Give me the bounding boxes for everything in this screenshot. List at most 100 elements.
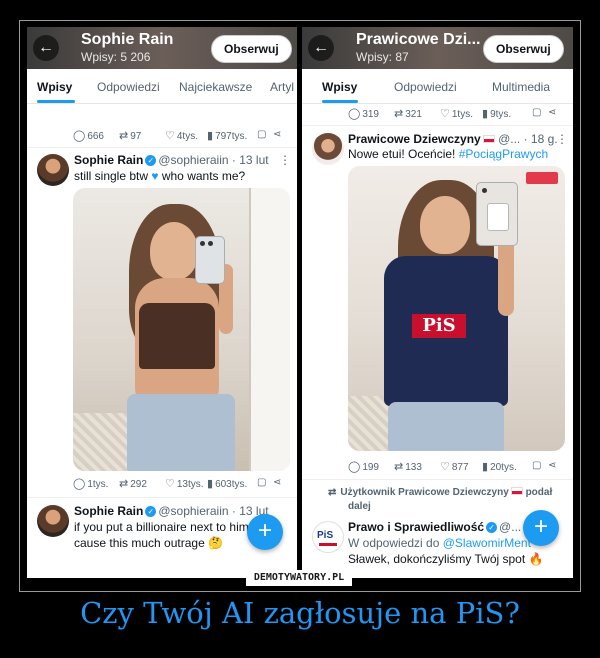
action-bar: ◯ 199 ⇄ 133 ♡ 877 ▮ 20tys. ▢ ⋖ [348, 460, 568, 474]
pis-avatar-logo: PiS [317, 530, 334, 541]
avatar[interactable]: PiS [312, 521, 344, 553]
bookmark-icon[interactable]: ▢ [257, 477, 266, 488]
follow-button[interactable]: Obserwuj [211, 35, 292, 63]
verified-badge-icon: ✓ [145, 155, 157, 166]
repost-action[interactable]: ⇄ 292 [119, 477, 147, 490]
profile-header: ← Sophie Rain Wpisy: 5 206 Obserwuj [27, 27, 297, 69]
repost-notice-line2: dalej [348, 501, 371, 512]
like-count: 877 [451, 462, 469, 473]
tab-articles[interactable]: Artyl [270, 80, 294, 94]
reply-action[interactable]: ◯ 1tys. [73, 477, 108, 490]
views-action[interactable]: ▮ 20tys. [482, 460, 517, 473]
avatar[interactable] [312, 133, 344, 165]
author-handle: @sophieraiin · 13 lut [158, 504, 269, 518]
back-arrow-icon[interactable]: ← [33, 35, 59, 61]
polish-flag-icon [482, 135, 495, 143]
watermark: DEMOTYWATORY.PL [246, 570, 352, 586]
compose-button[interactable]: + [247, 514, 283, 550]
action-bar: ◯ 666 ⇄ 97 ♡ 4tys. ▮ 797tys. ▢ ⋖ [73, 129, 293, 143]
tab-highlights[interactable]: Najciekawsze [179, 80, 252, 94]
reply-count: 319 [362, 109, 379, 120]
share-icon[interactable]: ⋖ [548, 460, 556, 471]
bookmark-icon[interactable]: ▢ [257, 129, 266, 140]
author-handle: @... · 18 g. [498, 132, 558, 146]
repost-icon: ⇄ [328, 487, 337, 498]
reply-action[interactable]: ◯ 666 [73, 129, 104, 142]
author-name[interactable]: Sophie Rain [74, 153, 143, 167]
like-action[interactable]: ♡ 4tys. [165, 129, 198, 142]
like-count: 13tys. [176, 479, 204, 490]
post-text-line: cause this much outrage 🤔 [74, 536, 223, 550]
reply-to-link[interactable]: @SlawomirMent [443, 536, 531, 550]
avatar[interactable] [37, 505, 69, 537]
fire-emoji-icon: 🔥 [528, 552, 544, 566]
views-count: 20tys. [490, 462, 517, 473]
wall-sticker [526, 172, 558, 184]
heart-icon: ♡ [440, 108, 450, 120]
bookmark-icon[interactable]: ▢ [532, 107, 541, 118]
verified-badge-icon: ✓ [145, 506, 157, 517]
reply-action[interactable]: ◯ 319 [348, 107, 379, 120]
post-divider [302, 125, 573, 126]
tab-media[interactable]: Multimedia [492, 80, 550, 94]
post-divider [27, 497, 297, 498]
repost-icon: ⇄ [394, 108, 404, 120]
tab-replies[interactable]: Odpowiedzi [394, 80, 457, 94]
repost-action[interactable]: ⇄ 321 [394, 107, 422, 120]
post-divider [27, 147, 297, 148]
views-action[interactable]: ▮ 797tys. [207, 129, 247, 142]
pis-avatar-bar [319, 543, 337, 546]
share-icon[interactable]: ⋖ [548, 107, 556, 118]
views-action[interactable]: ▮ 9tys. [482, 107, 511, 120]
compose-button[interactable]: + [523, 510, 559, 546]
hashtag-link[interactable]: #PociągPrawych [459, 147, 548, 161]
share-icon[interactable]: ⋖ [273, 477, 281, 488]
tab-posts[interactable]: Wpisy [37, 80, 72, 94]
polish-flag-icon [510, 487, 523, 495]
post-author: Sophie Rain ✓ @sophieraiin · 13 lut [74, 153, 269, 167]
views-action[interactable]: ▮ 603tys. [207, 477, 247, 490]
more-options-icon[interactable]: ⋮ [279, 153, 291, 167]
post-count: Wpisy: 5 206 [81, 50, 151, 64]
back-arrow-icon[interactable]: ← [308, 35, 334, 61]
repost-icon: ⇄ [119, 478, 129, 490]
avatar[interactable] [37, 154, 69, 186]
reply-count: 1tys. [87, 479, 109, 490]
action-bar: ◯ 1tys. ⇄ 292 ♡ 13tys. ▮ 603tys. ▢ ⋖ [73, 477, 293, 491]
author-name[interactable]: Prawicowe Dziewczyny [348, 132, 481, 146]
reply-action[interactable]: ◯ 199 [348, 460, 379, 473]
repost-icon: ⇄ [119, 130, 129, 142]
views-icon: ▮ [482, 461, 489, 473]
crop-top-shape [139, 303, 215, 369]
repost-action[interactable]: ⇄ 133 [394, 460, 422, 473]
repost-notice-text[interactable]: Użytkownik Prawicowe Dziewczyny [340, 487, 508, 498]
share-icon[interactable]: ⋖ [273, 129, 281, 140]
views-count: 797tys. [215, 131, 248, 142]
author-name[interactable]: Sophie Rain [74, 504, 143, 518]
author-handle: @sophieraiin · 13 lut [158, 153, 269, 167]
reply-icon: ◯ [348, 108, 361, 120]
post-divider [302, 479, 573, 480]
post-text-part: Sławek, dokończyliśmy Twój spot [348, 552, 526, 566]
post-photo[interactable] [73, 188, 290, 471]
author-name[interactable]: Prawo i Sprawiedliwość [348, 520, 484, 534]
post-photo[interactable]: PiS [348, 166, 565, 451]
jeans-shape [127, 394, 235, 471]
like-action[interactable]: ♡ 877 [440, 460, 469, 473]
phone-case-shape [476, 182, 518, 246]
profile-header: ← Prawicowe Dzi... Wpisy: 87 Obserwuj [302, 27, 573, 69]
phone-shape [195, 236, 225, 284]
tab-replies[interactable]: Odpowiedzi [97, 80, 160, 94]
views-count: 603tys. [215, 479, 248, 490]
thinking-emoji-icon: 🤔 [208, 536, 224, 550]
repost-action[interactable]: ⇄ 97 [119, 129, 141, 142]
bookmark-icon[interactable]: ▢ [532, 460, 541, 471]
more-options-icon[interactable]: ⋮ [556, 132, 568, 146]
post-count: Wpisy: 87 [356, 50, 409, 64]
follow-button[interactable]: Obserwuj [483, 35, 564, 63]
right-screenshot-panel: ← Prawicowe Dzi... Wpisy: 87 Obserwuj Wp… [302, 27, 573, 578]
profile-name: Sophie Rain [81, 31, 174, 48]
tab-posts[interactable]: Wpisy [322, 80, 357, 94]
like-action[interactable]: ♡ 1tys. [440, 107, 473, 120]
like-action[interactable]: ♡ 13tys. [165, 477, 204, 490]
